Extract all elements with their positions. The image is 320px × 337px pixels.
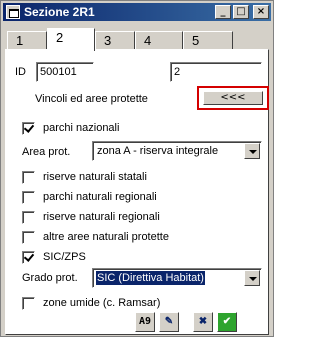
area-prot-select[interactable]: zona A - riserva integrale <box>92 141 262 161</box>
checkbox-label: SIC/ZPS <box>43 251 86 263</box>
tab-5[interactable]: 5 <box>183 31 233 50</box>
title-bar[interactable]: Sezione 2R1 _ □ × <box>3 3 271 21</box>
grado-prot-value: SIC (Direttiva Habitat) <box>95 270 206 286</box>
edit-pencil-icon[interactable]: ✎ <box>159 312 179 332</box>
riserve-regionali-checkbox[interactable] <box>22 210 35 224</box>
zone-umide-label: zone umide (c. Ramsar) <box>43 297 161 309</box>
confirm-check-icon[interactable]: ✔ <box>217 312 237 332</box>
second-field[interactable]: 2 <box>170 62 262 82</box>
parchi-nazionali-label: parchi nazionali <box>43 122 120 134</box>
tab-4[interactable]: 4 <box>135 31 183 50</box>
window-title: Sezione 2R1 <box>24 5 95 19</box>
collapse-button[interactable]: <<< <box>203 91 263 105</box>
chevron-down-icon[interactable] <box>244 270 260 286</box>
maximize-button[interactable]: □ <box>233 5 249 19</box>
tab-strip: 1 2 3 4 5 <box>5 28 269 51</box>
area-prot-value: zona A - riserva integrale <box>97 145 219 157</box>
tab-2[interactable]: 2 <box>47 28 95 51</box>
cancel-x-icon[interactable]: ✖ <box>193 312 213 332</box>
parchi-nazionali-row[interactable]: parchi nazionali <box>22 121 119 135</box>
id-field[interactable]: 500101 <box>36 62 94 82</box>
parchi-regionali-checkbox[interactable] <box>22 190 35 204</box>
parchi-nazionali-checkbox[interactable] <box>22 121 35 135</box>
checkbox-row[interactable]: riserve naturali statali <box>22 170 147 184</box>
tab-panel: ID 500101 2 Vincoli ed aree protette <<<… <box>5 49 269 335</box>
tab-3[interactable]: 3 <box>95 31 135 50</box>
checkbox-label: parchi naturali regionali <box>43 191 157 203</box>
vincoli-heading: Vincoli ed aree protette <box>35 93 148 105</box>
zone-umide-row[interactable]: zone umide (c. Ramsar) <box>22 296 160 310</box>
app-icon <box>6 5 20 19</box>
spellcheck-icon[interactable]: A9 <box>135 312 155 332</box>
area-prot-label: Area prot. <box>22 146 71 158</box>
zone-umide-checkbox[interactable] <box>22 296 35 310</box>
dialog-window: Sezione 2R1 _ □ × 1 2 3 4 5 ID 500101 2 … <box>0 0 274 337</box>
checkbox-row[interactable]: SIC/ZPS <box>22 250 86 264</box>
close-button[interactable]: × <box>253 5 269 19</box>
checkbox-row[interactable]: altre aree naturali protette <box>22 230 169 244</box>
checkbox-label: riserve naturali statali <box>43 171 147 183</box>
sic-zps-checkbox[interactable] <box>22 250 35 264</box>
grado-prot-label: Grado prot. <box>22 272 78 284</box>
tab-1[interactable]: 1 <box>7 31 47 50</box>
checkbox-row[interactable]: parchi naturali regionali <box>22 190 157 204</box>
id-label: ID <box>15 66 26 78</box>
altre-aree-checkbox[interactable] <box>22 230 35 244</box>
checkbox-label: altre aree naturali protette <box>43 231 169 243</box>
collapse-button-highlight[interactable]: <<< <box>197 86 269 110</box>
checkbox-label: riserve naturali regionali <box>43 211 160 223</box>
checkbox-row[interactable]: riserve naturali regionali <box>22 210 160 224</box>
minimize-button[interactable]: _ <box>215 5 231 19</box>
grado-prot-select[interactable]: SIC (Direttiva Habitat) <box>92 268 262 288</box>
riserve-statali-checkbox[interactable] <box>22 170 35 184</box>
chevron-down-icon[interactable] <box>244 143 260 159</box>
